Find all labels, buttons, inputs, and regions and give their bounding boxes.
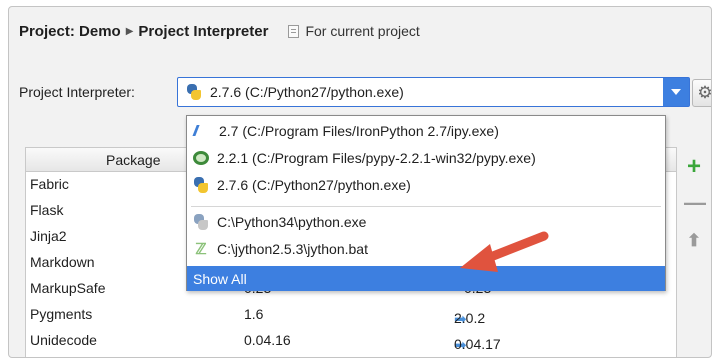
settings-panel: Project: Demo ▶ Project Interpreter For … — [8, 6, 712, 358]
project-scope-icon — [288, 24, 300, 38]
package-name: Fabric — [30, 176, 69, 192]
upgrade-package-button[interactable]: ⬆ — [684, 231, 704, 251]
scope-label: For current project — [305, 23, 420, 39]
interpreter-dropdown-list: // 2.7 (C:/Program Files/IronPython 2.7/… — [186, 115, 666, 291]
scope-indicator: For current project — [288, 23, 420, 39]
package-latest: 0.04.17 — [454, 336, 501, 352]
package-name: Flask — [30, 202, 64, 218]
option-label: 2.2.1 (C:/Program Files/pypy-2.2.1-win32… — [217, 150, 536, 166]
package-version: 0.04.16 — [244, 332, 291, 348]
chevron-down-icon[interactable] — [663, 78, 689, 106]
interpreter-settings-button[interactable]: ⚙ — [692, 79, 712, 107]
option-label: 2.7.6 (C:/Python27/python.exe) — [217, 177, 411, 193]
column-header-package[interactable]: Package — [106, 152, 160, 168]
dropdown-option-ironpython[interactable]: // 2.7 (C:/Program Files/IronPython 2.7/… — [187, 119, 665, 143]
show-all-option[interactable]: Show All — [187, 266, 665, 291]
dropdown-option-jython[interactable]: ℤ C:\jython2.5.3\jython.bat — [187, 237, 665, 261]
remove-package-button[interactable]: — — [684, 190, 706, 215]
python-icon — [186, 84, 202, 100]
ironpython-icon: // — [193, 122, 198, 140]
show-all-label: Show All — [193, 270, 247, 287]
option-label: C:\jython2.5.3\jython.bat — [217, 241, 368, 257]
option-label: C:\Python34\python.exe — [217, 214, 367, 230]
add-package-button[interactable]: + — [684, 155, 704, 179]
pypy-icon — [193, 151, 209, 165]
interpreter-combobox[interactable]: 2.7.6 (C:/Python27/python.exe) — [177, 77, 690, 107]
dropdown-option-python34[interactable]: C:\Python34\python.exe — [187, 210, 665, 234]
option-label: 2.7 (C:/Program Files/IronPython 2.7/ipy… — [219, 123, 499, 139]
package-name: Jinja2 — [30, 228, 67, 244]
table-row[interactable]: Pygments 1.6 ➡ 2.0.2 — [26, 302, 676, 328]
dropdown-option-pypy[interactable]: 2.2.1 (C:/Program Files/pypy-2.2.1-win32… — [187, 146, 665, 170]
gear-icon: ⚙ — [697, 83, 712, 102]
interpreter-label: Project Interpreter: — [19, 84, 135, 100]
plus-icon: + — [686, 153, 701, 180]
package-latest: 2.0.2 — [454, 310, 486, 326]
package-name: Markdown — [30, 254, 95, 270]
breadcrumb-separator-icon: ▶ — [125, 25, 134, 37]
arrow-up-icon: ⬆ — [686, 231, 702, 250]
interpreter-selected-value: 2.7.6 (C:/Python27/python.exe) — [210, 84, 404, 100]
python-icon — [193, 214, 209, 230]
python-icon — [193, 177, 209, 193]
breadcrumb-project: Project: Demo — [19, 22, 121, 40]
dropdown-divider — [191, 206, 661, 207]
dropdown-option-python27[interactable]: 2.7.6 (C:/Python27/python.exe) — [187, 173, 665, 197]
package-name: Pygments — [30, 306, 93, 322]
package-version: 1.6 — [244, 306, 264, 322]
breadcrumb: Project: Demo ▶ Project Interpreter For … — [19, 19, 420, 43]
breadcrumb-page: Project Interpreter — [138, 22, 269, 40]
minus-icon: — — [684, 190, 706, 215]
package-name: Unidecode — [30, 332, 97, 348]
jython-icon: ℤ — [195, 241, 207, 258]
package-name: MarkupSafe — [30, 280, 106, 296]
table-row[interactable]: Unidecode 0.04.16 ➡ 0.04.17 — [26, 328, 676, 354]
